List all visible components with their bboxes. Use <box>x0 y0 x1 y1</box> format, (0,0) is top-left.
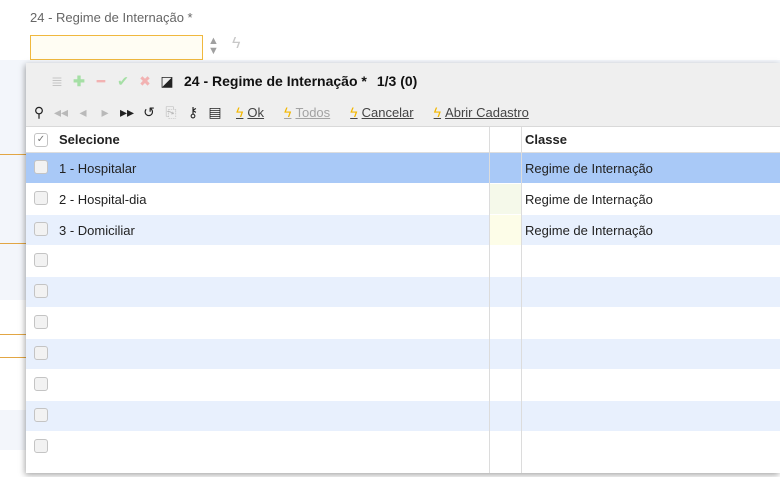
list-icon[interactable]: ≣ <box>46 71 68 91</box>
row-select-value: 1 - Hospitalar <box>59 161 137 176</box>
row-checkbox[interactable] <box>34 191 48 205</box>
grid-header: ✓ Selecione Classe <box>26 127 780 153</box>
table-row[interactable]: 1 - Hospitalar Regime de Internação <box>26 153 780 184</box>
select-all-checkbox[interactable]: ✓ <box>34 133 48 147</box>
row-mid-cell <box>489 215 521 245</box>
row-checkbox[interactable] <box>34 408 48 422</box>
lightning-icon: ϟ <box>433 104 442 120</box>
table-row[interactable] <box>26 432 780 463</box>
background-divider <box>0 154 28 155</box>
table-row[interactable] <box>26 339 780 370</box>
table-row[interactable]: 2 - Hospital-dia Regime de Internação <box>26 184 780 215</box>
row-checkbox[interactable] <box>34 253 48 267</box>
row-checkbox[interactable] <box>34 346 48 360</box>
row-class-value: Regime de Internação <box>525 223 653 238</box>
row-checkbox[interactable] <box>34 284 48 298</box>
table-row[interactable] <box>26 246 780 277</box>
field-label: 24 - Regime de Internação * <box>30 10 193 25</box>
lightning-icon: ϟ <box>284 104 292 120</box>
table-row[interactable]: 3 - Domiciliar Regime de Internação <box>26 215 780 246</box>
row-checkbox[interactable] <box>34 439 48 453</box>
key-icon[interactable]: ⚷ <box>182 102 204 122</box>
last-icon[interactable]: ▸▸ <box>116 102 138 122</box>
table-row[interactable] <box>26 370 780 401</box>
export-icon[interactable]: ⎘ <box>160 102 182 122</box>
row-class-value: Regime de Internação <box>525 192 653 207</box>
undo-icon[interactable]: ↺ <box>138 102 160 122</box>
abrir-cadastro-button[interactable]: ϟ Abrir Cadastro <box>434 104 529 120</box>
table-row[interactable] <box>26 308 780 339</box>
previous-icon[interactable]: ◂ <box>72 102 94 122</box>
column-header-select[interactable]: Selecione <box>59 132 120 147</box>
row-class-value: Regime de Internação <box>525 161 653 176</box>
confirm-icon[interactable]: ✔ <box>112 71 134 91</box>
add-icon[interactable]: ✚ <box>68 71 90 91</box>
window-icon[interactable]: ◪ <box>156 71 178 91</box>
background-divider <box>0 243 28 244</box>
lightning-icon: ϟ <box>236 104 244 120</box>
table-row[interactable] <box>26 277 780 308</box>
todos-button[interactable]: ϟ Todos <box>284 104 330 120</box>
remove-icon[interactable]: ━ <box>90 71 112 91</box>
row-checkbox[interactable] <box>34 222 48 236</box>
row-mid-cell <box>489 184 521 214</box>
column-header-class[interactable]: Classe <box>525 132 567 147</box>
grid-icon[interactable]: ▤ <box>204 102 226 122</box>
row-checkbox[interactable] <box>34 377 48 391</box>
next-icon[interactable]: ▸ <box>94 102 116 122</box>
ok-button[interactable]: ϟ Ok <box>236 104 264 120</box>
toolbar-row-top: ≣ ✚ ━ ✔ ✖ ◪ 24 - Regime de Internação * … <box>26 68 417 94</box>
regime-internacao-input[interactable] <box>30 35 203 60</box>
column-divider <box>521 127 522 473</box>
search-icon[interactable]: ⚲ <box>28 102 50 122</box>
selection-popup: ≣ ✚ ━ ✔ ✖ ◪ 24 - Regime de Internação * … <box>26 63 780 473</box>
lightning-icon[interactable]: ϟ <box>232 35 240 53</box>
background-divider <box>0 357 28 358</box>
table-row[interactable] <box>26 401 780 432</box>
row-checkbox[interactable] <box>34 160 48 174</box>
background-divider <box>0 334 28 335</box>
row-checkbox[interactable] <box>34 315 48 329</box>
spinner-updown-icon[interactable]: ▲ ▼ <box>208 36 219 57</box>
first-icon[interactable]: ◂◂ <box>50 102 72 122</box>
row-select-value: 3 - Domiciliar <box>59 223 135 238</box>
delete-icon[interactable]: ✖ <box>134 71 156 91</box>
selection-grid: ✓ Selecione Classe 1 - Hospitalar Regime … <box>26 127 780 463</box>
popup-title: 24 - Regime de Internação * <box>184 73 367 89</box>
record-counter: 1/3 (0) <box>376 73 418 89</box>
row-select-value: 2 - Hospital-dia <box>59 192 147 207</box>
lightning-icon: ϟ <box>350 104 358 120</box>
popup-toolbar: ≣ ✚ ━ ✔ ✖ ◪ 24 - Regime de Internação * … <box>26 63 780 127</box>
toolbar-row-bottom: ⚲ ◂◂ ◂ ▸ ▸▸ ↺ ⎘ ⚷ ▤ ϟ Ok ϟ Todos ϟ Cancelar… <box>26 99 549 125</box>
column-divider <box>489 127 490 473</box>
cancelar-button[interactable]: ϟ Cancelar <box>350 104 413 120</box>
